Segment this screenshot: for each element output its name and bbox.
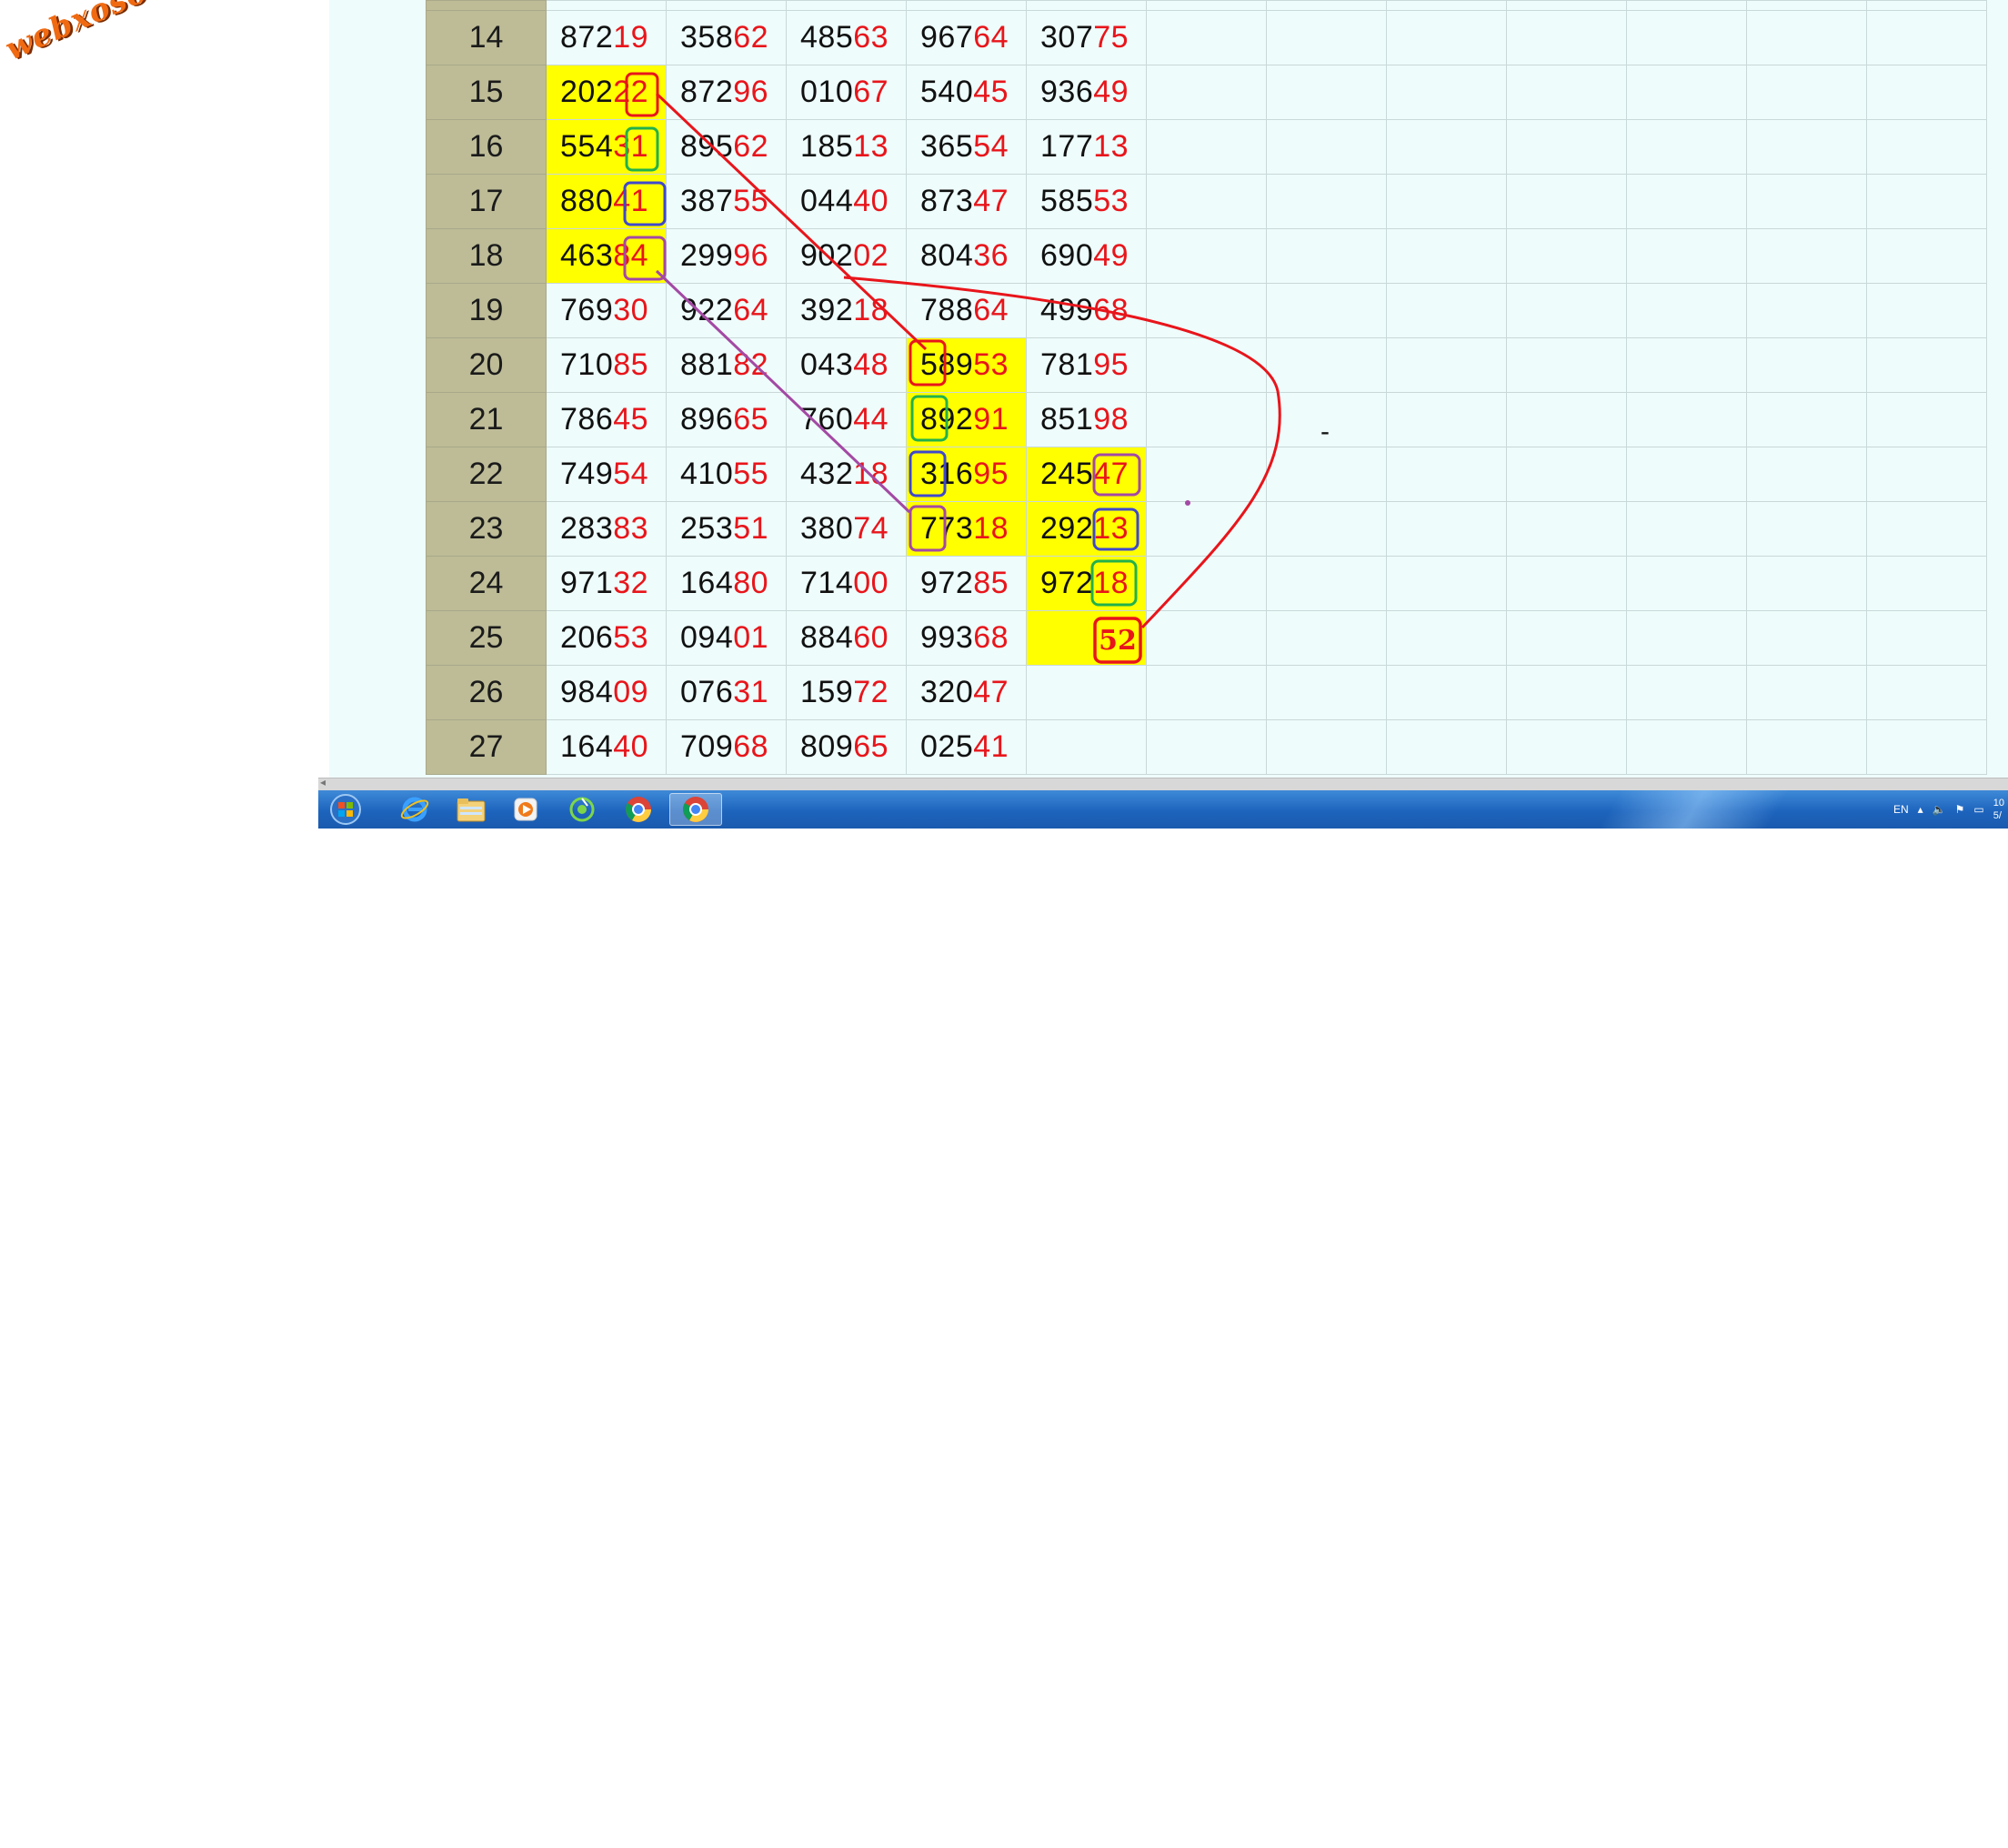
red-curve-line bbox=[843, 276, 1281, 629]
horizontal-scrollbar[interactable]: ◂ bbox=[318, 776, 2008, 791]
blue-box-marker bbox=[623, 181, 667, 226]
media-player-icon bbox=[514, 798, 537, 821]
network-icon[interactable]: ▭ bbox=[1973, 803, 1983, 816]
taskbar-internet-explorer[interactable] bbox=[391, 793, 438, 826]
annotation-overlay: 52 bbox=[623, 72, 1281, 664]
scroll-left-arrow-icon[interactable]: ◂ bbox=[320, 776, 326, 788]
taskbar-media-player[interactable] bbox=[502, 793, 549, 826]
purple-dot bbox=[1185, 500, 1190, 506]
prediction-label: 52 bbox=[1099, 625, 1137, 657]
clock[interactable]: 10 5/ bbox=[1993, 797, 2004, 822]
taskbar-chrome-active[interactable] bbox=[669, 793, 722, 826]
start-orb-icon bbox=[330, 794, 361, 825]
start-button[interactable] bbox=[322, 793, 369, 826]
green-box-marker bbox=[910, 395, 949, 442]
windows-taskbar: EN ▴ 🔈 ⚑ ▭ 10 5/ bbox=[318, 790, 2008, 829]
chrome-icon bbox=[626, 797, 651, 822]
green-box-marker bbox=[1090, 559, 1138, 607]
red-box-marker bbox=[625, 72, 659, 117]
green-box-marker bbox=[625, 126, 659, 172]
taskbar-app[interactable] bbox=[558, 793, 606, 826]
chrome-icon bbox=[683, 797, 708, 822]
blue-box-marker bbox=[909, 450, 947, 497]
file-explorer-icon bbox=[457, 798, 486, 822]
taskbar-chrome[interactable] bbox=[615, 793, 662, 826]
internet-explorer-icon bbox=[400, 797, 429, 822]
app-icon bbox=[569, 797, 595, 822]
action-center-flag-icon[interactable]: ⚑ bbox=[1955, 803, 1965, 816]
red-box-marker bbox=[909, 339, 947, 387]
system-tray: EN ▴ 🔈 ⚑ ▭ 10 5/ bbox=[1893, 790, 2008, 829]
show-hidden-icons-icon[interactable]: ▴ bbox=[1918, 803, 1923, 816]
blue-box-marker bbox=[1092, 507, 1140, 551]
purple-box-marker bbox=[1092, 453, 1141, 497]
volume-icon[interactable]: 🔈 bbox=[1933, 803, 1946, 816]
language-indicator[interactable]: EN bbox=[1893, 803, 1909, 816]
purple-connector-line bbox=[655, 269, 911, 514]
taskbar-file-explorer[interactable] bbox=[447, 793, 495, 826]
purple-box-marker bbox=[909, 505, 947, 552]
